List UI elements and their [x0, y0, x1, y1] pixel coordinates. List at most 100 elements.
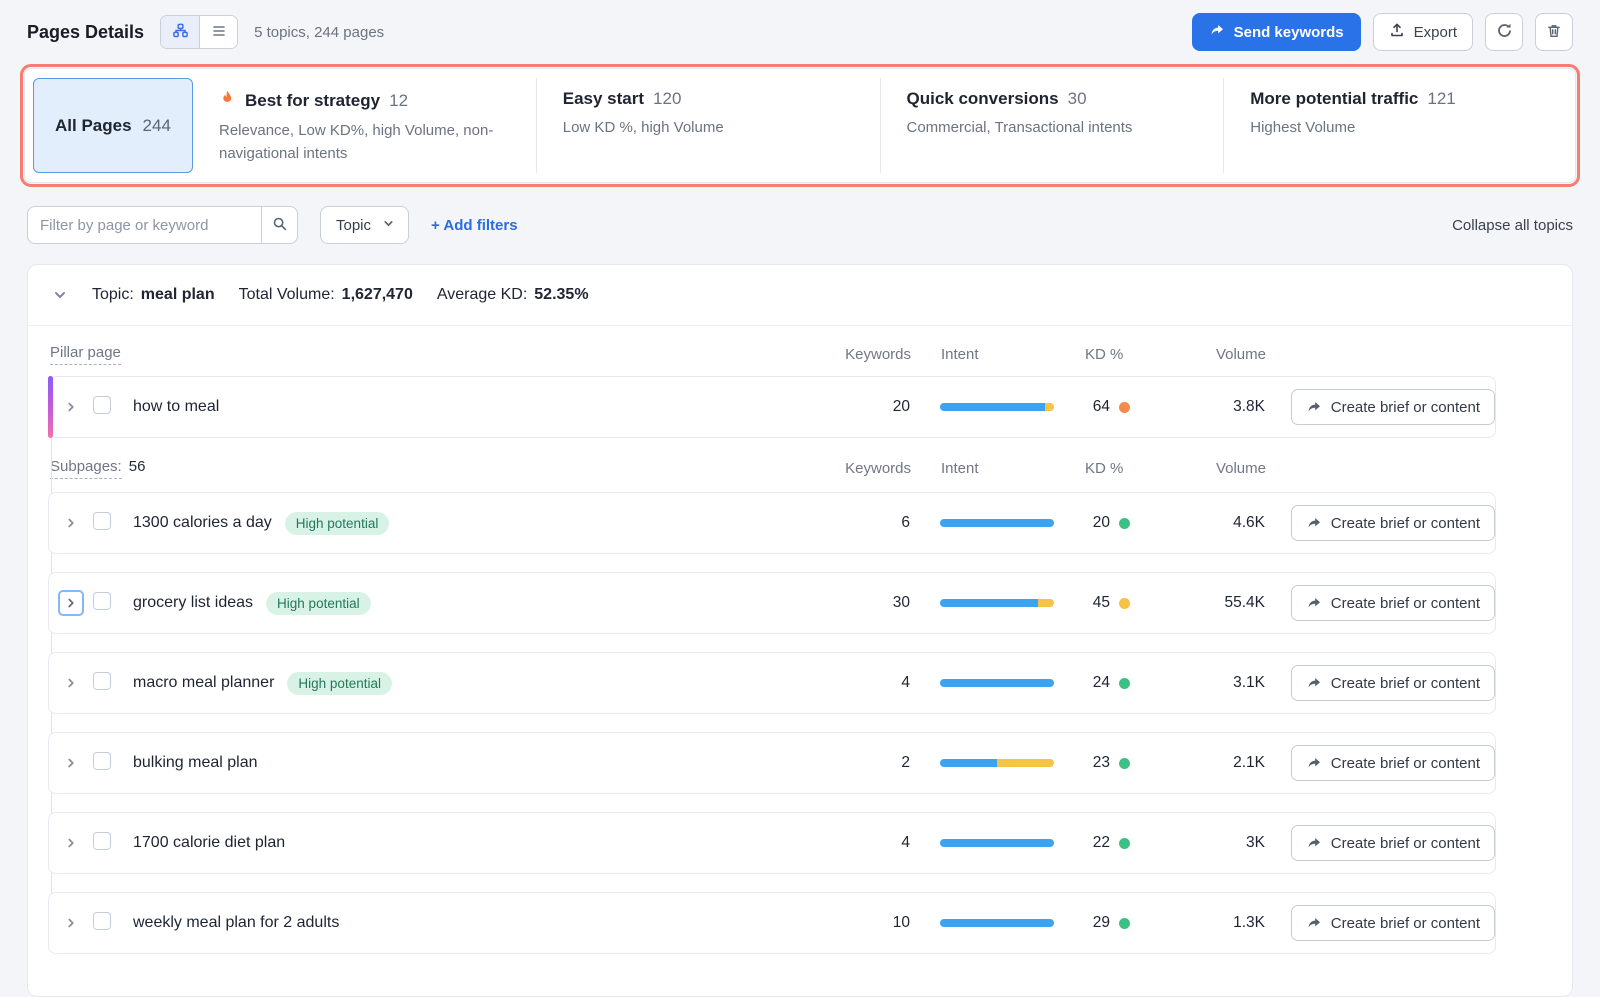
kd-value: 29 [1084, 914, 1110, 932]
list-view-button[interactable] [199, 16, 237, 48]
intent-bar [940, 679, 1054, 687]
kd-dot [1119, 758, 1130, 769]
topic-total-volume: Total Volume:1,627,470 [239, 286, 413, 304]
table-row: 1300 calories a dayHigh potential 6 20 4… [48, 492, 1496, 554]
search-button[interactable] [261, 206, 298, 244]
expand-chevron[interactable] [58, 830, 84, 856]
volume-value: 3.1K [1160, 674, 1265, 692]
pillar-accent-bar [48, 376, 53, 438]
row-checkbox[interactable] [93, 752, 111, 770]
create-brief-button[interactable]: Create brief or content [1291, 905, 1495, 941]
col-keywords: Keywords [821, 460, 911, 477]
expand-chevron[interactable] [58, 510, 84, 536]
create-brief-button[interactable]: Create brief or content [1291, 585, 1495, 621]
page-name: how to meal [133, 398, 219, 416]
add-filters-link[interactable]: + Add filters [431, 217, 518, 234]
red-highlight-annotation: All Pages 244 Best for strategy 12 Relev… [20, 64, 1580, 187]
kd-dot [1119, 678, 1130, 689]
subpages-columns-header: Subpages:56 Keywords Intent KD % Volume [48, 444, 1496, 492]
export-icon [1389, 22, 1405, 42]
refresh-button[interactable] [1485, 13, 1523, 51]
kd-value: 22 [1084, 834, 1110, 852]
table-row: grocery list ideasHigh potential 30 45 5… [48, 572, 1496, 634]
collapse-all-topics-link[interactable]: Collapse all topics [1452, 217, 1573, 234]
keywords-count: 4 [820, 834, 910, 852]
tab-best-for-strategy[interactable]: Best for strategy 12 Relevance, Low KD%,… [193, 78, 536, 173]
create-brief-button[interactable]: Create brief or content [1291, 825, 1495, 861]
filter-bar: Topic + Add filters Collapse all topics [27, 206, 1573, 244]
topic-average-kd: Average KD:52.35% [437, 286, 589, 304]
volume-value: 4.6K [1160, 514, 1265, 532]
table-row: bulking meal plan 2 23 2.1K Create brief… [48, 732, 1496, 794]
expand-chevron[interactable] [58, 394, 84, 420]
keywords-count: 10 [820, 914, 910, 932]
tab-all-pages[interactable]: All Pages 244 [33, 78, 193, 173]
table-row: 1700 calorie diet plan 4 22 3K Create br… [48, 812, 1496, 874]
tab-easy-start[interactable]: Easy start 120 Low KD %, high Volume [536, 78, 880, 173]
table-row-pillar: how to meal 20 64 3.8K Create brief or c… [48, 376, 1496, 438]
kd-dot [1119, 518, 1130, 529]
sitemap-icon [172, 22, 189, 42]
page-name: weekly meal plan for 2 adults [133, 914, 339, 932]
row-checkbox[interactable] [93, 672, 111, 690]
tree-view-button[interactable] [161, 16, 199, 48]
topics-pages-summary: 5 topics, 244 pages [254, 24, 384, 41]
row-checkbox[interactable] [93, 396, 111, 414]
col-kd: KD % [1071, 346, 1161, 363]
expand-chevron[interactable] [58, 750, 84, 776]
col-intent: Intent [911, 460, 1071, 477]
forward-arrow-icon [1209, 22, 1225, 42]
create-brief-button[interactable]: Create brief or content [1291, 665, 1495, 701]
row-checkbox[interactable] [93, 592, 111, 610]
top-bar-actions: Send keywords Export [1192, 13, 1573, 51]
topic-header: Topic:meal plan Total Volume:1,627,470 A… [28, 265, 1572, 326]
page-name: grocery list ideas [133, 594, 253, 612]
create-brief-button[interactable]: Create brief or content [1291, 745, 1495, 781]
intent-bar [940, 759, 1054, 767]
keywords-count: 2 [820, 754, 910, 772]
chevron-down-icon [382, 217, 395, 234]
tab-more-potential-traffic[interactable]: More potential traffic 121 Highest Volum… [1223, 78, 1567, 173]
high-potential-badge: High potential [266, 592, 371, 615]
export-button[interactable]: Export [1373, 13, 1473, 51]
expand-chevron[interactable] [58, 590, 84, 616]
volume-value: 2.1K [1160, 754, 1265, 772]
kd-dot [1119, 402, 1130, 413]
kd-dot [1119, 838, 1130, 849]
row-checkbox[interactable] [93, 912, 111, 930]
intent-bar [940, 919, 1054, 927]
pages-details-screen: Pages Details 5 topics, 244 pages Send k… [0, 0, 1600, 983]
page-name: 1300 calories a day [133, 514, 272, 532]
search-icon [272, 216, 288, 235]
delete-button[interactable] [1535, 13, 1573, 51]
keywords-count: 30 [820, 594, 910, 612]
search-input[interactable] [27, 206, 261, 244]
create-brief-button[interactable]: Create brief or content [1291, 505, 1495, 541]
intent-bar [940, 519, 1054, 527]
table-row: weekly meal plan for 2 adults 10 29 1.3K… [48, 892, 1496, 954]
topic-dropdown[interactable]: Topic [320, 206, 409, 244]
expand-chevron[interactable] [58, 910, 84, 936]
col-intent: Intent [911, 346, 1071, 363]
row-checkbox[interactable] [93, 512, 111, 530]
send-keywords-button[interactable]: Send keywords [1192, 13, 1361, 51]
top-bar: Pages Details 5 topics, 244 pages Send k… [0, 0, 1600, 60]
subpages-label: Subpages: [50, 458, 122, 479]
page-name: macro meal planner [133, 674, 274, 692]
tab-quick-conversions[interactable]: Quick conversions 30 Commercial, Transac… [880, 78, 1224, 173]
view-toggle [160, 15, 238, 49]
kd-value: 64 [1084, 398, 1110, 416]
flame-icon [219, 89, 236, 112]
kd-dot [1119, 918, 1130, 929]
create-brief-button[interactable]: Create brief or content [1291, 389, 1495, 425]
expand-chevron[interactable] [58, 670, 84, 696]
collapse-topic-chevron[interactable] [52, 287, 68, 303]
pillar-columns-header: Pillar page Keywords Intent KD % Volume [48, 332, 1496, 376]
col-keywords: Keywords [821, 346, 911, 363]
volume-value: 55.4K [1160, 594, 1265, 612]
row-checkbox[interactable] [93, 832, 111, 850]
kd-value: 24 [1084, 674, 1110, 692]
search-group [27, 206, 298, 244]
list-icon [211, 23, 227, 42]
subpages-count: 56 [129, 458, 146, 475]
